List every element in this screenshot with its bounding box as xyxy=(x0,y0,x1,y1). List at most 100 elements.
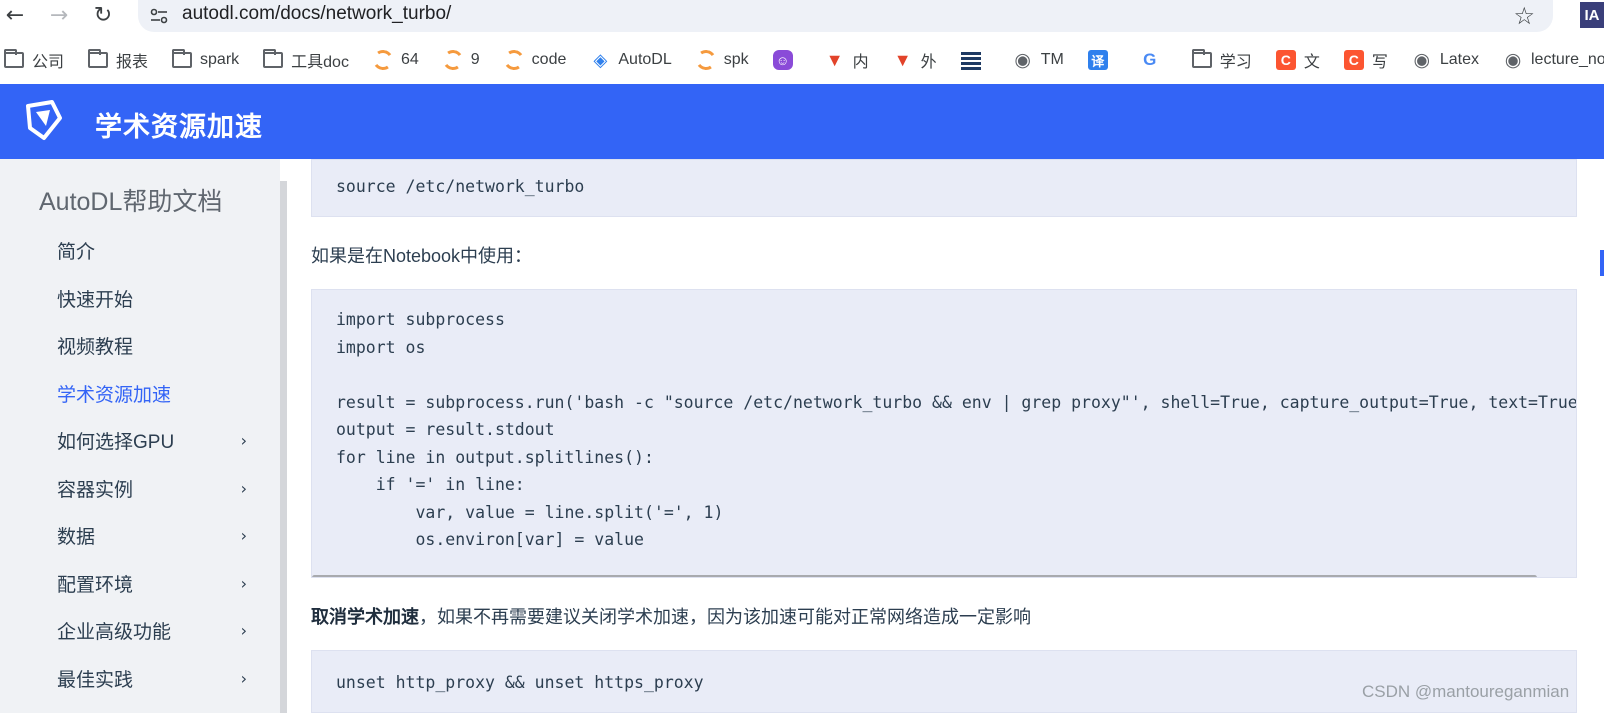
csdn-watermark: CSDN @mantoureganmian xyxy=(1362,682,1570,701)
profile-avatar[interactable]: IA xyxy=(1580,2,1604,28)
chevron-right-icon[interactable]: › xyxy=(241,574,247,593)
code-line: import os xyxy=(336,337,426,357)
csdn-icon: C xyxy=(1275,50,1296,70)
bookmark-item[interactable]: ◉ Latex xyxy=(1412,50,1479,71)
bookmark-item[interactable]: ◈ AutoDL xyxy=(590,50,671,70)
bookmark-item[interactable]: 译 xyxy=(1087,50,1116,70)
bookmark-item[interactable]: C写 xyxy=(1343,48,1388,72)
bookmark-item[interactable]: G xyxy=(1140,50,1168,70)
bookmark-item[interactable] xyxy=(960,50,989,70)
bookmark-item[interactable]: 工具doc xyxy=(263,48,349,72)
sidebar-item[interactable]: 配置环境 › xyxy=(57,570,247,597)
chat-icon: ☺ xyxy=(772,50,793,70)
bookmark-item[interactable]: code xyxy=(502,48,566,72)
folder-icon xyxy=(1191,49,1212,68)
bookmark-item[interactable]: ▼ 内 xyxy=(825,48,869,72)
bookmark-label: spark xyxy=(200,51,240,68)
notebook-usage-text: 如果是在Notebook中使用： xyxy=(311,246,533,266)
translate-icon: 译 xyxy=(1087,50,1108,70)
code-line: output = result.stdout xyxy=(336,420,555,439)
code-line: unset http_proxy && unset https_proxy xyxy=(336,673,704,692)
bookmark-item[interactable]: spark xyxy=(172,49,240,69)
site-info-icon[interactable] xyxy=(148,5,170,27)
chevron-right-icon[interactable]: › xyxy=(241,669,247,688)
code-line: source /etc/network_turbo xyxy=(336,177,585,196)
bookmark-item[interactable]: 9 xyxy=(441,48,480,72)
cancel-turbo-bold: 取消学术加速 xyxy=(311,607,419,627)
globe-icon: ◉ xyxy=(1504,49,1522,71)
ring-icon xyxy=(441,48,465,72)
bookmark-label: 9 xyxy=(470,51,480,68)
bookmark-item[interactable]: 学习 xyxy=(1191,48,1252,72)
gitlab-icon: ▼ xyxy=(893,49,912,70)
sidebar-item-label: 数据 xyxy=(57,527,96,548)
bookmark-item[interactable]: 64 xyxy=(371,48,419,72)
sidebar-item[interactable]: 如何选择GPU › xyxy=(57,427,247,454)
bookmark-label: 报表 xyxy=(116,54,149,71)
bookmark-label: spk xyxy=(723,51,749,68)
url-text[interactable]: autodl.com/docs/network_turbo/ xyxy=(182,3,451,25)
chevron-right-icon[interactable]: › xyxy=(241,621,247,640)
bookmark-star-icon[interactable]: ☆ xyxy=(1513,2,1535,30)
cancel-turbo-rest: ，如果不再需要建议关闭学术加速，因为该加速可能对正常网络造成一定影响 xyxy=(419,607,1031,627)
code-line: os.environ[var] = value xyxy=(336,530,644,549)
sidebar-item[interactable]: 企业高级功能 › xyxy=(57,617,247,644)
ring-icon xyxy=(694,48,718,72)
back-icon[interactable]: ← xyxy=(2,2,28,28)
bookmark-label: 64 xyxy=(400,51,419,68)
bookmark-label: lecture_no xyxy=(1530,51,1604,68)
csdn-icon: C xyxy=(1343,50,1364,70)
reload-icon[interactable]: ↻ xyxy=(90,2,116,28)
code-line: result = subprocess.run('bash -c "source… xyxy=(336,392,1577,412)
bookmark-label: 外 xyxy=(920,54,937,71)
folder-icon xyxy=(172,49,193,68)
forward-icon[interactable]: → xyxy=(46,2,72,28)
bookmarks-bar: 公司 报表 spark 工具doc 64 9 code ◈ AutoDL spk ☺ ▼ 内 ▼ 外 ◉ TM 译… xyxy=(0,42,1604,78)
autodl-icon: ◈ xyxy=(593,49,608,70)
chevron-right-icon[interactable]: › xyxy=(241,479,247,498)
bookmark-label: 工具doc xyxy=(291,54,349,71)
sidebar-item[interactable]: 最佳实践 › xyxy=(57,665,247,692)
bookmark-item[interactable]: C文 xyxy=(1275,48,1320,72)
sidebar-item[interactable]: 快速开始 xyxy=(57,285,247,312)
sidebar-item[interactable]: 数据 › xyxy=(57,522,247,549)
site-header: 学术资源加速 xyxy=(0,84,1604,159)
browser-toolbar: ← → ↻ autodl.com/docs/network_turbo/ ☆ I… xyxy=(0,0,1604,32)
code-line: for line in output.splitlines(): xyxy=(336,447,654,467)
sidebar-item-label: 最佳实践 xyxy=(57,670,134,691)
globe-icon: ◉ xyxy=(1014,49,1031,71)
cancel-turbo-text: 取消学术加速，如果不再需要建议关闭学术加速，因为该加速可能对正常网络造成一定影响 xyxy=(311,603,1031,629)
sidebar-item-label: 视频教程 xyxy=(57,337,134,358)
sidebar-item-label: 如何选择GPU xyxy=(57,432,175,453)
bookmark-item[interactable]: 公司 xyxy=(4,48,64,72)
sidebar-item[interactable]: 视频教程 xyxy=(57,332,247,359)
address-bar[interactable]: autodl.com/docs/network_turbo/ ☆ xyxy=(138,0,1553,32)
bookmark-item[interactable]: ☺ xyxy=(772,50,801,70)
bookmark-item[interactable]: ◉ TM xyxy=(1013,49,1063,71)
code-line: var, value = line.split('=', 1) xyxy=(336,502,724,522)
sidebar-scrollbar[interactable] xyxy=(280,181,287,713)
bookmark-label: 公司 xyxy=(32,54,65,71)
code-line: import subprocess xyxy=(336,310,505,329)
code-line: if '=' in line: xyxy=(336,475,525,494)
bookmark-label: 内 xyxy=(852,54,869,71)
sidebar-title[interactable]: AutoDL帮助文档 xyxy=(39,182,222,218)
folder-icon xyxy=(88,49,109,68)
sidebar-item[interactable]: 学术资源加速 xyxy=(57,380,247,407)
bookmark-item[interactable]: spk xyxy=(694,48,749,72)
page-scroll-indicator[interactable] xyxy=(1600,250,1604,276)
autodl-logo-icon[interactable] xyxy=(22,98,66,142)
chevron-right-icon[interactable]: › xyxy=(241,526,247,545)
code-horizontal-scrollbar[interactable] xyxy=(312,575,1537,577)
chevron-right-icon[interactable]: › xyxy=(241,431,247,450)
bookmark-item[interactable]: ▼ 外 xyxy=(893,48,937,72)
code-block-notebook: import subprocess import os result = subpr… xyxy=(311,289,1577,578)
sidebar-item-label: 容器实例 xyxy=(57,480,134,501)
site-title[interactable]: 学术资源加速 xyxy=(95,105,263,144)
bookmark-label: 文 xyxy=(1303,54,1320,71)
sidebar-item[interactable]: 简介 xyxy=(57,237,247,264)
bookmark-item[interactable]: 报表 xyxy=(88,48,148,72)
bookmark-item[interactable]: ◉ lecture_no xyxy=(1503,49,1604,71)
sidebar-item-label: 快速开始 xyxy=(57,290,134,311)
sidebar-item[interactable]: 容器实例 › xyxy=(57,475,247,502)
